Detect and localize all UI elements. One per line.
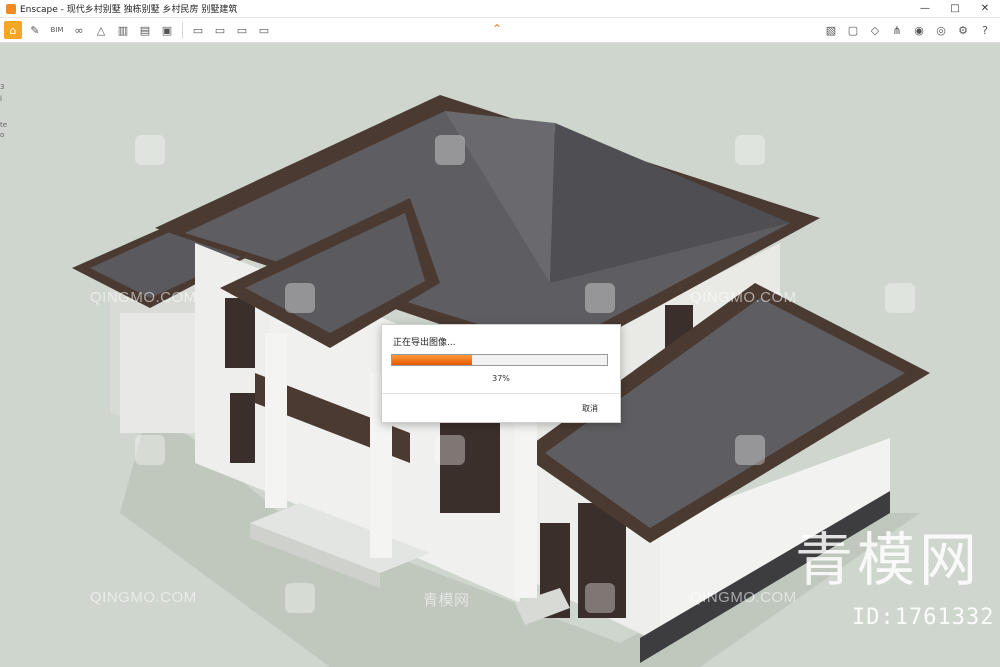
- binoculars-icon[interactable]: ∞: [70, 21, 88, 39]
- dialog-divider: [382, 393, 620, 394]
- collapse-toolbar-chevron-icon[interactable]: ⌃: [492, 22, 502, 36]
- watermark-text: QINGMO.COM: [90, 289, 197, 306]
- visibility-icon[interactable]: ◎: [932, 21, 950, 39]
- watermark-logo-icon: [585, 583, 615, 613]
- watermark-logo-icon: [285, 283, 315, 313]
- watermark-logo-icon: [435, 435, 465, 465]
- enscape-logo-icon: [6, 3, 16, 14]
- sketch-icon[interactable]: △: [92, 21, 110, 39]
- watermark-logo-icon: [735, 135, 765, 165]
- building-icon[interactable]: ▤: [136, 21, 154, 39]
- progress-fill: [392, 355, 472, 365]
- export-progress-dialog: 正在导出图像... 37% 取消: [381, 324, 621, 423]
- batch-render-icon[interactable]: ▭: [211, 21, 229, 39]
- progress-percent: 37%: [492, 374, 510, 383]
- cube-icon[interactable]: ◇: [866, 21, 884, 39]
- main-toolbar: ⌂ ✎ BIM ∞ △ ▥ ▤ ▣ ▭ ▭ ▭ ▭ ⌃ ▧ ▢ ◇ ⋔ ◉ ◎ …: [0, 18, 1000, 43]
- video-export-icon[interactable]: ▭: [255, 21, 273, 39]
- edge-text: te: [0, 121, 8, 129]
- watermark-logo-icon: [285, 583, 315, 613]
- close-button[interactable]: ✕: [970, 0, 1000, 17]
- asset-library-icon[interactable]: ✎: [26, 21, 44, 39]
- export-image-icon[interactable]: ▭: [189, 21, 207, 39]
- bim-icon[interactable]: BIM: [48, 21, 66, 39]
- toolbar-right-group: ▧ ▢ ◇ ⋔ ◉ ◎ ⚙ ?: [820, 21, 996, 39]
- watermark-text-cn: 青模网: [423, 591, 470, 609]
- brand-watermark: 青模网: [795, 526, 982, 594]
- edge-text: l: [0, 95, 2, 103]
- edge-text: o: [0, 131, 5, 139]
- watermark-logo-icon: [735, 435, 765, 465]
- watermark-text: QINGMO.COM: [90, 589, 197, 606]
- video-icon[interactable]: ▣: [158, 21, 176, 39]
- edge-text: 3: [0, 83, 5, 91]
- watermark-logo-icon: [135, 435, 165, 465]
- watermark-logo-icon: [585, 283, 615, 313]
- walk-icon[interactable]: ⋔: [888, 21, 906, 39]
- watermark-logo-icon: [135, 135, 165, 165]
- help-icon[interactable]: ?: [976, 21, 994, 39]
- minimize-button[interactable]: —: [910, 0, 940, 17]
- view-icon[interactable]: ▢: [844, 21, 862, 39]
- map-icon[interactable]: ▧: [822, 21, 840, 39]
- window-title: Enscape - 现代乡村别墅 独栋别墅 乡村民房 别墅建筑: [20, 5, 238, 15]
- vr-icon[interactable]: ◉: [910, 21, 928, 39]
- settings-icon[interactable]: ⚙: [954, 21, 972, 39]
- toolbar-divider: [182, 22, 183, 38]
- watermark-logo-icon: [435, 135, 465, 165]
- facade-icon[interactable]: ▥: [114, 21, 132, 39]
- model-id-label: ID:1761332: [852, 605, 995, 630]
- cancel-button[interactable]: 取消: [582, 403, 598, 414]
- maximize-button[interactable]: □: [940, 0, 970, 17]
- export-progress-bar: [391, 354, 608, 366]
- render-viewport[interactable]: 3 l te o QINGMO.COM QINGMO.COM QINGMO.CO…: [0, 43, 1000, 667]
- watermark-text: QINGMO.COM: [690, 589, 797, 606]
- dialog-title: 正在导出图像...: [393, 338, 456, 348]
- watermark-text: QINGMO.COM: [690, 289, 797, 306]
- panorama-icon[interactable]: ▭: [233, 21, 251, 39]
- title-bar: Enscape - 现代乡村别墅 独栋别墅 乡村民房 别墅建筑 — □ ✕: [0, 0, 1000, 18]
- watermark-logo-icon: [885, 283, 915, 313]
- window-controls: — □ ✕: [910, 0, 1000, 17]
- home-icon[interactable]: ⌂: [4, 21, 22, 39]
